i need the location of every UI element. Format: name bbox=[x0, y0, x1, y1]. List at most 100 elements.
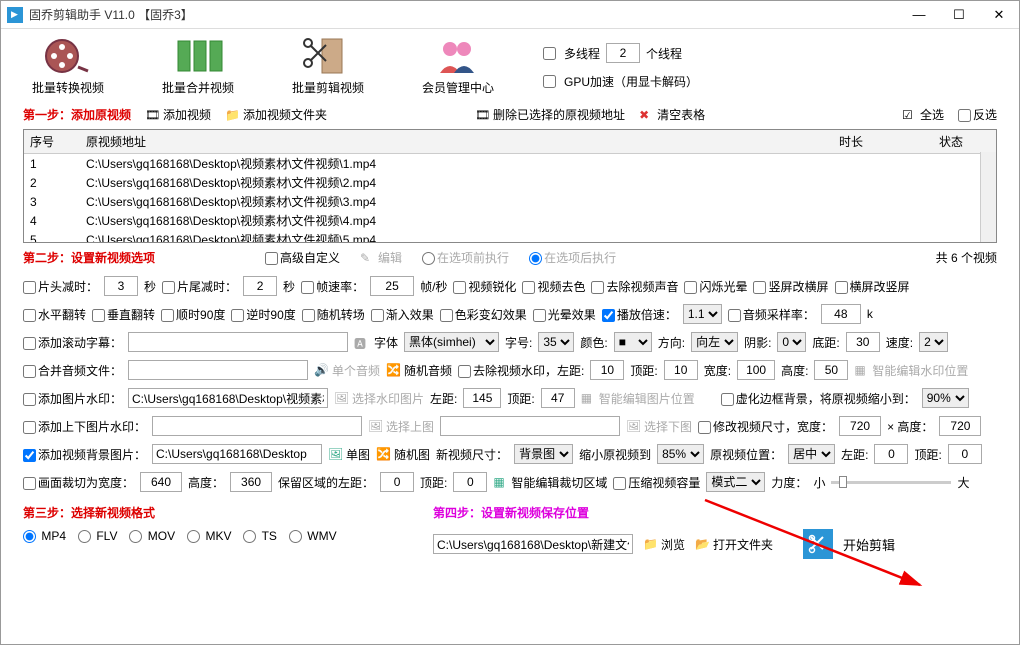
sel-top-btn[interactable]: 🖼选择上图 bbox=[368, 418, 434, 435]
sample-input[interactable] bbox=[821, 304, 861, 324]
shadow-select[interactable]: 0 bbox=[777, 332, 806, 352]
table-row[interactable]: 5C:\Users\gq168168\Desktop\视频素材\文件视频\5.m… bbox=[24, 230, 996, 243]
speed-select[interactable]: 1.1 bbox=[683, 304, 722, 324]
h2v-cb[interactable]: 横屏改竖屏 bbox=[835, 278, 910, 295]
format-mkv[interactable]: MKV bbox=[187, 529, 231, 543]
clear-table-button[interactable]: ✖清空表格 bbox=[639, 106, 705, 123]
advanced-checkbox[interactable]: 高级自定义 bbox=[265, 249, 340, 266]
tool-member[interactable]: 会员管理中心 bbox=[413, 37, 503, 96]
kl-input[interactable] bbox=[380, 472, 414, 492]
single-audio-btn[interactable]: 🔊单个音频 bbox=[314, 362, 380, 379]
cut-tail-input[interactable] bbox=[243, 276, 277, 296]
start-button-label[interactable]: 开始剪辑 bbox=[843, 535, 895, 554]
audio-path-input[interactable] bbox=[128, 360, 308, 380]
invert-checkbox[interactable]: 反选 bbox=[958, 106, 997, 123]
resize-cb[interactable]: 修改视频尺寸，宽度： bbox=[698, 418, 833, 435]
open-folder-button[interactable]: 📂打开文件夹 bbox=[695, 536, 773, 553]
kt-input[interactable] bbox=[453, 472, 487, 492]
gpu-checkbox[interactable] bbox=[543, 75, 556, 88]
delete-selected-button[interactable]: 🎞删除已选择的原视频地址 bbox=[475, 106, 625, 123]
add-video-button[interactable]: 🎞添加视频 bbox=[145, 106, 211, 123]
format-wmv[interactable]: WMV bbox=[289, 529, 337, 543]
thread-count-input[interactable] bbox=[606, 43, 640, 63]
select-all-button[interactable]: ☑全选 bbox=[902, 106, 944, 123]
halo-cb[interactable]: 光晕效果 bbox=[533, 306, 596, 323]
format-flv[interactable]: FLV bbox=[78, 529, 117, 543]
rw-input[interactable] bbox=[839, 416, 881, 436]
rmaudio-cb[interactable]: 去除视频声音 bbox=[591, 278, 678, 295]
wm-h-input[interactable] bbox=[814, 360, 848, 380]
bottom-input[interactable] bbox=[846, 332, 880, 352]
spd-select[interactable]: 2 bbox=[919, 332, 948, 352]
cut-head-input[interactable] bbox=[104, 276, 138, 296]
smart-crop-btn[interactable]: ▦智能编辑裁切区域 bbox=[493, 474, 607, 491]
bg-l-input[interactable] bbox=[874, 444, 908, 464]
colorfx-cb[interactable]: 色彩变幻效果 bbox=[440, 306, 527, 323]
ch-input[interactable] bbox=[230, 472, 272, 492]
wm-w-input[interactable] bbox=[737, 360, 775, 380]
gradual-cb[interactable]: 渐入效果 bbox=[371, 306, 434, 323]
crop-cb[interactable]: 画面裁切为宽度： bbox=[23, 474, 134, 491]
flash-cb[interactable]: 闪烁光晕 bbox=[684, 278, 747, 295]
wm-path-input[interactable] bbox=[128, 388, 328, 408]
table-scrollbar[interactable] bbox=[980, 152, 996, 242]
merge-audio-cb[interactable]: 合并音频文件： bbox=[23, 362, 122, 379]
cut-head-cb[interactable]: 片头减时： bbox=[23, 278, 98, 295]
table-row[interactable]: 1C:\Users\gq168168\Desktop\视频素材\文件视频\1.m… bbox=[24, 154, 996, 174]
table-row[interactable]: 4C:\Users\gq168168\Desktop\视频素材\文件视频\4.m… bbox=[24, 211, 996, 230]
single-img-btn[interactable]: 🖼单图 bbox=[328, 446, 370, 463]
dir-select[interactable]: 向左 bbox=[691, 332, 738, 352]
bg-t-input[interactable] bbox=[948, 444, 982, 464]
cw90-cb[interactable]: 顺时90度 bbox=[161, 306, 225, 323]
strength-slider[interactable] bbox=[831, 481, 951, 484]
rand-img-btn[interactable]: 🔀随机图 bbox=[376, 446, 430, 463]
format-mp4[interactable]: MP4 bbox=[23, 529, 66, 543]
close-button[interactable]: ✕ bbox=[979, 1, 1019, 29]
scroll-sub-cb[interactable]: 添加滚动字幕： bbox=[23, 334, 122, 351]
add-folder-button[interactable]: 📁添加视频文件夹 bbox=[225, 106, 327, 123]
smart-wm-btn[interactable]: ▦智能编辑水印位置 bbox=[854, 362, 968, 379]
smart-img-btn[interactable]: ▦智能编辑图片位置 bbox=[581, 390, 695, 407]
fps-cb[interactable]: 帧速率： bbox=[301, 278, 364, 295]
v2h-cb[interactable]: 竖屏改横屏 bbox=[753, 278, 828, 295]
sharpen-cb[interactable]: 视频锐化 bbox=[453, 278, 516, 295]
rm-wm-cb[interactable]: 去除视频水印，左距: bbox=[458, 362, 584, 379]
ccw90-cb[interactable]: 逆时90度 bbox=[231, 306, 295, 323]
format-mov[interactable]: MOV bbox=[129, 529, 175, 543]
table-row[interactable]: 2C:\Users\gq168168\Desktop\视频素材\文件视频\2.m… bbox=[24, 173, 996, 192]
save-path-input[interactable] bbox=[433, 534, 633, 554]
speed-cb[interactable]: 播放倍速： bbox=[602, 306, 677, 323]
edit-button[interactable]: ✎编辑 bbox=[360, 249, 402, 266]
wm-l-input[interactable] bbox=[590, 360, 624, 380]
tb-top-input[interactable] bbox=[152, 416, 362, 436]
vflip-cb[interactable]: 垂直翻转 bbox=[92, 306, 155, 323]
add-wm-cb[interactable]: 添加图片水印： bbox=[23, 390, 122, 407]
minimize-button[interactable]: — bbox=[899, 1, 939, 29]
add-bg-cb[interactable]: 添加视频背景图片： bbox=[23, 446, 146, 463]
cut-tail-cb[interactable]: 片尾减时： bbox=[162, 278, 237, 295]
cw-input[interactable] bbox=[140, 472, 182, 492]
multithread-checkbox[interactable] bbox=[543, 47, 556, 60]
pos-select[interactable]: 居中 bbox=[788, 444, 835, 464]
video-table[interactable]: 序号 原视频地址 时长 状态 1C:\Users\gq168168\Deskto… bbox=[23, 129, 997, 243]
format-ts[interactable]: TS bbox=[243, 529, 276, 543]
blur-bg-cb[interactable]: 虚化边框背景，将原视频缩小到： bbox=[721, 390, 916, 407]
tb-bot-input[interactable] bbox=[440, 416, 620, 436]
fps-input[interactable] bbox=[370, 276, 414, 296]
sel-bot-btn[interactable]: 🖼选择下图 bbox=[626, 418, 692, 435]
start-button-icon[interactable] bbox=[803, 529, 833, 559]
tool-merge[interactable]: 批量合并视频 bbox=[153, 37, 243, 96]
tool-convert[interactable]: 批量转换视频 bbox=[23, 37, 113, 96]
before-radio[interactable]: 在选项前执行 bbox=[422, 249, 509, 266]
shrink-select[interactable]: 85% bbox=[657, 444, 704, 464]
desat-cb[interactable]: 视频去色 bbox=[522, 278, 585, 295]
wm2-t-input[interactable] bbox=[541, 388, 575, 408]
rh-input[interactable] bbox=[939, 416, 981, 436]
browse-button[interactable]: 📁浏览 bbox=[643, 536, 685, 553]
mode-select[interactable]: 模式二 bbox=[706, 472, 765, 492]
wm2-l-input[interactable] bbox=[463, 388, 501, 408]
tool-edit[interactable]: 批量剪辑视频 bbox=[283, 37, 373, 96]
wm-t-input[interactable] bbox=[664, 360, 698, 380]
newsize-select[interactable]: 背景图 bbox=[514, 444, 573, 464]
blur-select[interactable]: 90% bbox=[922, 388, 969, 408]
